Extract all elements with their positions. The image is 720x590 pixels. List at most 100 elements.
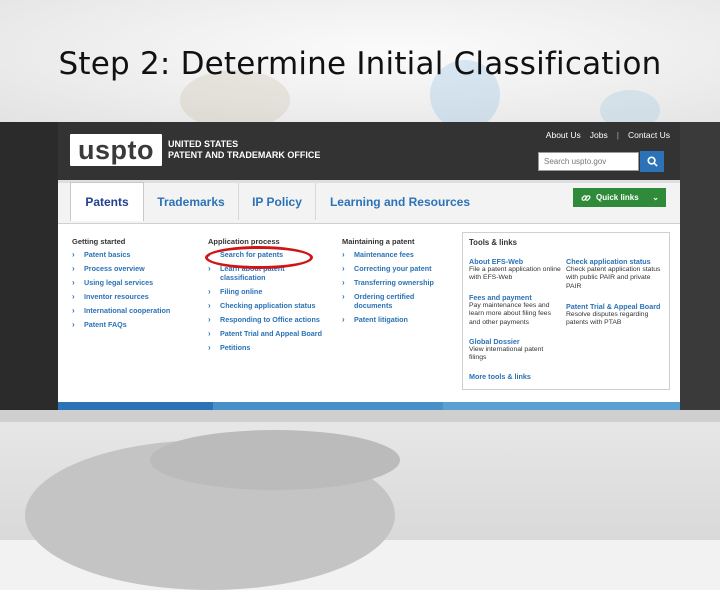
chevron-right-icon: › (72, 250, 75, 259)
list-item-label: Patent Trial and Appeal Board (220, 329, 322, 338)
list-item[interactable]: › Patent Trial and Appeal Board (208, 329, 328, 338)
more-tools-link[interactable]: More tools & links (469, 372, 531, 381)
list-item-label: Patent basics (84, 250, 131, 259)
uspto-logo[interactable]: uspto (70, 134, 162, 166)
tab-patents[interactable]: Patents (70, 182, 144, 221)
jobs-link[interactable]: Jobs (590, 130, 608, 140)
list-item-label: Patent FAQs (84, 320, 127, 329)
tab-ip-policy[interactable]: IP Policy (239, 183, 316, 220)
chevron-right-icon: › (208, 301, 211, 310)
list-item-label: Petitions (220, 343, 251, 352)
list-item[interactable]: › International cooperation (72, 306, 170, 315)
chevron-right-icon: › (342, 278, 345, 287)
right-dark-edge (680, 122, 720, 412)
list-item-label: International cooperation (84, 306, 171, 315)
highlight-oval (205, 246, 313, 269)
chevron-right-icon: › (72, 292, 75, 301)
left-dark-edge (0, 122, 58, 412)
background-decoration (150, 430, 400, 490)
chevron-right-icon: › (208, 287, 211, 296)
background-decoration (0, 410, 720, 422)
list-item-label: Transferring ownership (354, 278, 434, 287)
about-us-link[interactable]: About Us (546, 130, 581, 140)
tool-link[interactable]: Fees and payment (469, 293, 561, 302)
getting-started-column: Getting started › Patent basics › Process … (72, 237, 170, 334)
list-item-label: Patent litigation (354, 315, 408, 324)
chevron-down-icon: ⌄ (652, 193, 659, 202)
contact-us-link[interactable]: Contact Us (628, 130, 670, 140)
list-item-label: Responding to Office actions (220, 315, 320, 324)
tool-entry: Global Dossier View international patent… (469, 337, 561, 363)
tool-description: Check patent application status with pub… (566, 266, 661, 290)
chevron-right-icon: › (208, 315, 211, 324)
chevron-right-icon: › (342, 292, 345, 301)
list-item-label: Ordering certified documents (354, 292, 415, 310)
search-icon (646, 156, 658, 167)
list-item[interactable]: › Filing online (208, 287, 328, 296)
list-item[interactable]: › Maintenance fees (342, 250, 452, 259)
chevron-right-icon: › (72, 264, 75, 273)
list-item[interactable]: › Petitions (208, 343, 328, 352)
slide-title: Step 2: Determine Initial Classification (58, 46, 662, 82)
list-item[interactable]: › Ordering certified documents (342, 292, 452, 310)
list-item[interactable]: › Transferring ownership (342, 278, 452, 287)
tool-link[interactable]: About EFS-Web (469, 257, 561, 266)
link-icon (581, 194, 591, 201)
uspto-website-screenshot: uspto UNITED STATES PATENT AND TRADEMARK… (58, 122, 680, 410)
list-item-label: Filing online (220, 287, 263, 296)
list-item[interactable]: › Patent basics (72, 250, 170, 259)
list-item-label: Process overview (84, 264, 145, 273)
chevron-right-icon: › (342, 315, 345, 324)
footer-bar (58, 402, 213, 410)
tool-link[interactable]: Patent Trial & Appeal Board (566, 302, 662, 311)
list-item[interactable]: › Using legal services (72, 278, 170, 287)
tool-description: Pay maintenance fees and learn more abou… (469, 302, 551, 326)
list-item-label: Maintenance fees (354, 250, 414, 259)
footer-bar (443, 402, 680, 410)
quick-links-button[interactable]: Quick links ⌄ (573, 188, 666, 207)
column-heading: Maintaining a patent (342, 237, 415, 246)
tool-description: View international patent filings (469, 346, 544, 362)
search-input[interactable]: Search uspto.gov (538, 152, 639, 171)
chevron-right-icon: › (72, 278, 75, 287)
chevron-right-icon: › (208, 343, 211, 352)
list-item-label: Using legal services (84, 278, 154, 287)
list-item[interactable]: › Patent FAQs (72, 320, 170, 329)
list-item[interactable]: › Responding to Office actions (208, 315, 328, 324)
agency-line-1: UNITED STATES (168, 139, 239, 149)
column-heading: Getting started (72, 237, 126, 246)
tool-entry: About EFS-Web File a patent application … (469, 257, 561, 283)
list-item[interactable]: › Checking application status (208, 301, 328, 310)
quick-links-label: Quick links (596, 193, 639, 202)
tool-entry: Fees and payment Pay maintenance fees an… (469, 293, 561, 327)
maintaining-patent-column: Maintaining a patent › Maintenance fees ›… (342, 237, 452, 329)
chevron-right-icon: › (208, 264, 211, 273)
list-item-label: Checking application status (220, 301, 316, 310)
tab-trademarks[interactable]: Trademarks (144, 183, 239, 220)
tools-title: Tools & links (469, 238, 517, 247)
tools-and-links-panel: Tools & links About EFS-Web File a paten… (462, 232, 670, 390)
tab-learning-and-resources[interactable]: Learning and Resources (316, 183, 484, 220)
chevron-right-icon: › (72, 306, 75, 315)
top-links: About Us Jobs | Contact Us (546, 130, 670, 140)
tool-link[interactable]: Global Dossier (469, 337, 561, 346)
footer-bar (213, 402, 443, 410)
tool-link[interactable]: Check application status (566, 257, 662, 266)
link-separator: | (616, 130, 619, 140)
tool-entry: Check application status Check patent ap… (566, 257, 662, 291)
list-item[interactable]: › Inventor resources (72, 292, 170, 301)
agency-line-2: PATENT AND TRADEMARK OFFICE (168, 150, 321, 160)
tool-description: File a patent application online with EF… (469, 266, 561, 282)
tool-description: Resolve disputes regarding patents with … (566, 311, 649, 327)
list-item-label: Inventor resources (84, 292, 149, 301)
list-item[interactable]: › Correcting your patent (342, 264, 452, 273)
list-item-label: Correcting your patent (354, 264, 432, 273)
tool-entry: Patent Trial & Appeal Board Resolve disp… (566, 302, 662, 328)
column-heading: Application process (208, 237, 280, 246)
chevron-right-icon: › (208, 329, 211, 338)
chevron-right-icon: › (72, 320, 75, 329)
search-button[interactable] (640, 151, 664, 172)
list-item[interactable]: › Patent litigation (342, 315, 452, 324)
agency-name: UNITED STATES PATENT AND TRADEMARK OFFIC… (168, 139, 320, 161)
list-item[interactable]: › Process overview (72, 264, 170, 273)
